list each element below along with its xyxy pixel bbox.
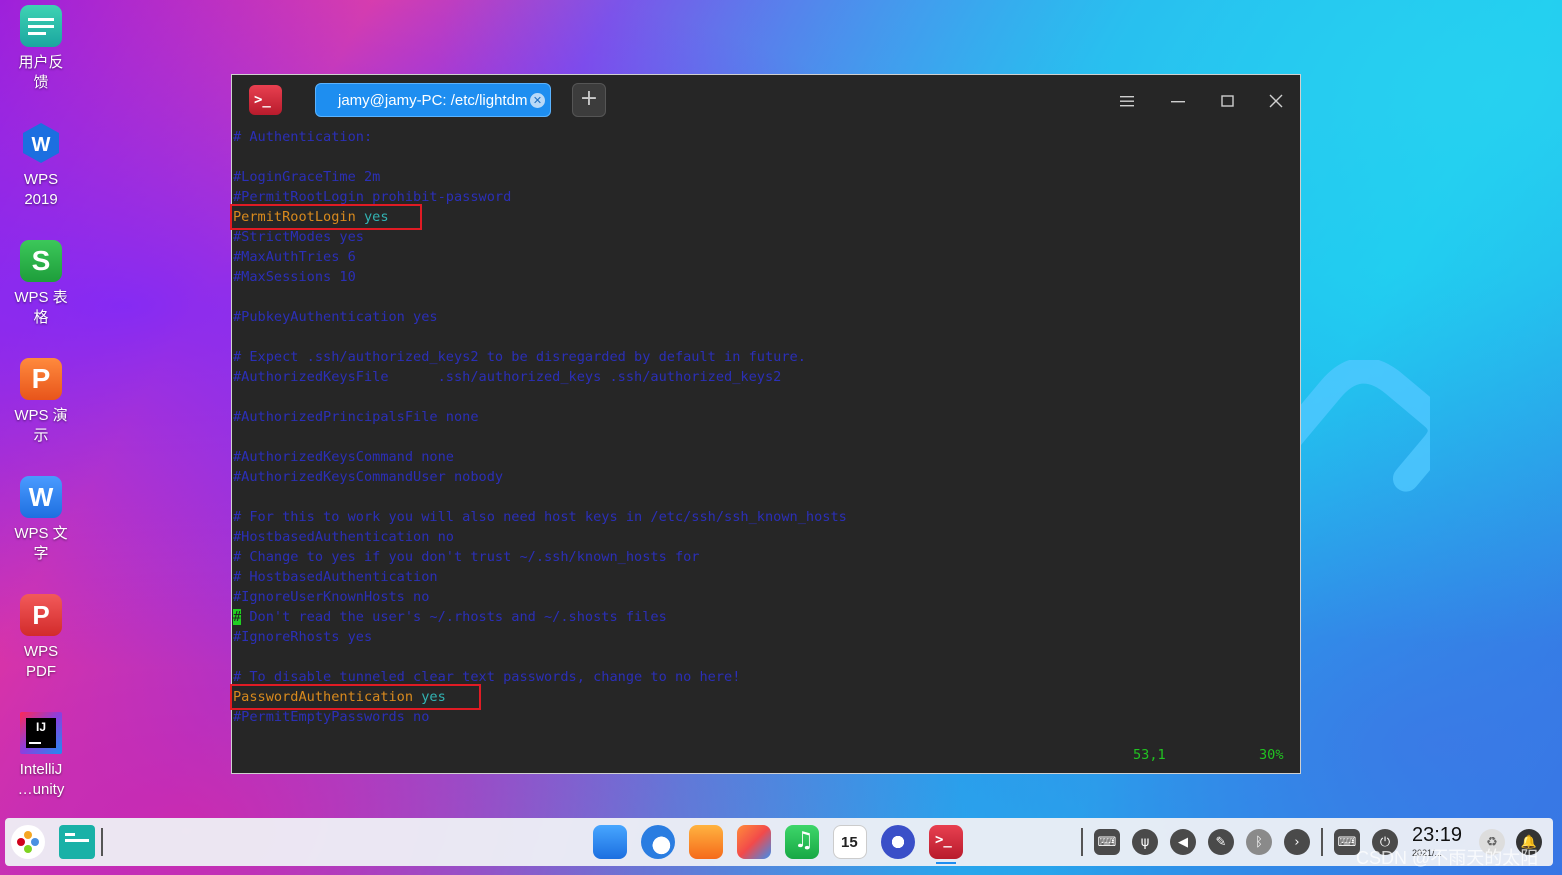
terminal-window[interactable]: >_ jamy@jamy-PC: /etc/lightdm ✕ + # Auth…	[230, 74, 1301, 774]
terminal-line: #PermitEmptyPasswords no	[233, 709, 430, 725]
wps-presentation-icon: P	[20, 358, 62, 400]
separator	[1321, 828, 1323, 856]
feedback-icon	[20, 5, 62, 47]
desktop-icon-label: 格	[33, 309, 49, 326]
taskbar: ♫ 15 >_ ⌨ ψ ◀ ✎ ᛒ › ⌨ ⏻ 23:19 2021/... ♻…	[5, 818, 1553, 866]
volume-icon[interactable]: ◀	[1170, 829, 1196, 855]
separator	[1081, 828, 1083, 856]
music-icon[interactable]: ♫	[785, 825, 819, 859]
control-center-icon[interactable]	[881, 825, 915, 859]
terminal-line: #AuthorizedPrincipalsFile none	[233, 409, 479, 425]
desktop-icon-label: WPS	[23, 171, 59, 188]
desktop-icon-wps-2019[interactable]: W WPS 2019	[8, 122, 74, 210]
active-indicator	[936, 862, 956, 864]
wps-writer-icon: W	[20, 476, 62, 518]
desktop-icon-label: WPS 文	[14, 525, 68, 542]
desktop-icon-wps-spreadsheet[interactable]: S WPS 表 格	[8, 240, 74, 328]
menu-icon[interactable]	[1115, 89, 1139, 113]
wps-pdf-icon: P	[20, 594, 62, 636]
terminal-line: #AuthorizedKeysCommandUser nobody	[233, 469, 504, 485]
terminal-line: #StrictModes yes	[233, 229, 364, 245]
terminal-line: # Change to yes if you don't trust ~/.ss…	[233, 549, 700, 565]
maximize-icon[interactable]	[1216, 89, 1240, 113]
deepin-background-logo	[1290, 360, 1430, 492]
terminal-line: #MaxSessions 10	[233, 269, 356, 285]
separator	[101, 828, 103, 856]
terminal-line: # For this to work you will also need ho…	[233, 509, 847, 525]
desktop-icon-label: WPS 演	[14, 407, 68, 424]
chevron-right-icon[interactable]: ›	[1284, 829, 1310, 855]
highlight-box-password-auth	[230, 684, 481, 710]
terminal-line: #IgnoreRhosts yes	[233, 629, 373, 645]
text-cursor: #	[233, 609, 242, 625]
calendar-icon[interactable]: 15	[833, 825, 867, 859]
terminal-line-text: Don't read the user's ~/.rhosts and ~/.s…	[241, 609, 667, 625]
desktop-icon-label: WPS 表	[14, 289, 68, 306]
tab-title: jamy@jamy-PC: /etc/lightdm	[338, 92, 528, 109]
terminal-content[interactable]: # Authentication: #LoginGraceTime 2m #Pe…	[230, 127, 1300, 773]
desktop-icon-label: 2019	[24, 191, 58, 208]
wps-spreadsheet-icon: S	[20, 240, 62, 282]
desktop-icon-label: IntelliJ	[19, 761, 63, 778]
bluetooth-icon[interactable]: ᛒ	[1246, 829, 1272, 855]
desktop-icon-label: 示	[33, 427, 49, 444]
desktop-icon-wps-writer[interactable]: W WPS 文 字	[8, 476, 74, 564]
usb-icon[interactable]: ψ	[1132, 829, 1158, 855]
close-icon[interactable]	[1264, 89, 1288, 113]
terminal-line: #MaxAuthTries 6	[233, 249, 356, 265]
terminal-line: #HostbasedAuthentication no	[233, 529, 454, 545]
app-store-icon[interactable]	[593, 825, 627, 859]
launcher-icon[interactable]	[11, 825, 45, 859]
terminal-line: # HostbasedAuthentication	[233, 569, 438, 585]
desktop-icon-label: 馈	[33, 74, 49, 91]
terminal-app-icon: >_	[249, 85, 282, 115]
scroll-percent: 30%	[1259, 747, 1284, 763]
desktop-icon-label: …unity	[17, 781, 65, 798]
multitasking-view-icon[interactable]	[59, 825, 95, 859]
terminal-line: #PubkeyAuthentication yes	[233, 309, 438, 325]
svg-text:W: W	[32, 134, 51, 156]
highlight-box-permit-root	[230, 204, 422, 230]
terminal-line: #AuthorizedKeysFile .ssh/authorized_keys…	[233, 369, 782, 385]
terminal-line: #LoginGraceTime 2m	[233, 169, 381, 185]
titlebar[interactable]: >_ jamy@jamy-PC: /etc/lightdm ✕ +	[232, 75, 1300, 127]
pen-icon[interactable]: ✎	[1208, 829, 1234, 855]
desktop-icon-label: PDF	[26, 663, 56, 680]
terminal-taskbar-icon[interactable]: >_	[929, 825, 963, 859]
desktop-icon-label: 用户反	[18, 54, 64, 71]
terminal-line-cursor: # Don't read the user's ~/.rhosts and ~/…	[233, 607, 667, 627]
terminal-line: # Expect .ssh/authorized_keys2 to be dis…	[233, 349, 806, 365]
terminal-line: # Authentication:	[233, 129, 373, 145]
terminal-line: #AuthorizedKeysCommand none	[233, 449, 454, 465]
desktop-icon-label: WPS	[23, 643, 59, 660]
tab-close-icon[interactable]: ✕	[530, 93, 545, 108]
keyboard-icon[interactable]: ⌨	[1094, 829, 1120, 855]
watermark: CSDN @不雨天的太阳	[1356, 848, 1539, 868]
desktop-icon-wps-pdf[interactable]: P WPS PDF	[8, 594, 74, 682]
minimize-icon[interactable]	[1166, 89, 1190, 113]
desktop-icon-intellij[interactable]: IJ IntelliJ …unity	[8, 712, 74, 800]
intellij-icon: IJ	[20, 712, 62, 754]
browser-icon[interactable]	[641, 825, 675, 859]
desktop-icon-wps-presentation[interactable]: P WPS 演 示	[8, 358, 74, 446]
desktop-icon-label: 字	[33, 545, 49, 562]
file-manager-icon[interactable]	[689, 825, 723, 859]
terminal-tab[interactable]: jamy@jamy-PC: /etc/lightdm ✕	[315, 83, 551, 117]
terminal-line: #IgnoreUserKnownHosts no	[233, 589, 430, 605]
desktop-icon-feedback[interactable]: 用户反 馈	[8, 5, 74, 93]
add-tab-button[interactable]: +	[572, 83, 606, 117]
image-viewer-icon[interactable]	[737, 825, 771, 859]
wps-2019-icon: W	[20, 122, 62, 164]
cursor-position: 53,1	[1133, 747, 1166, 763]
